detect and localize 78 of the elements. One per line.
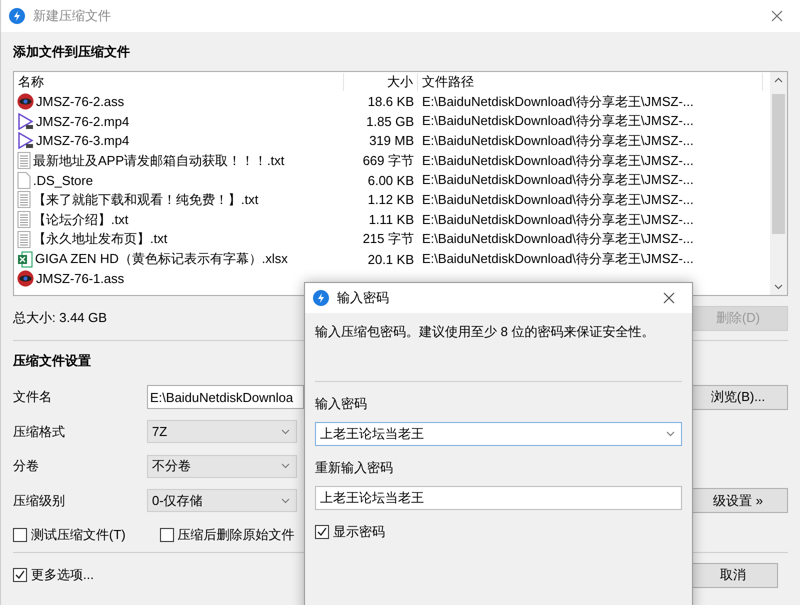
close-icon (771, 10, 783, 22)
file-name: 【论坛介绍】.txt (33, 210, 128, 229)
file-name: GIGA ZEN HD（黄色标记表示有字幕）.xlsx (35, 250, 288, 268)
checkbox-label: 测试压缩文件(T) (31, 526, 126, 544)
file-name: JMSZ-76-3.mp4 (36, 133, 130, 148)
file-name: JMSZ-76-2.mp4 (36, 114, 130, 129)
field-label: 压缩级别 (13, 492, 66, 510)
checkbox[interactable] (13, 528, 27, 542)
chevron-icon (281, 463, 290, 470)
text-file-icon (17, 191, 31, 208)
checkbox-label: 更多选项... (31, 566, 94, 584)
file-path: E:\BaiduNetdiskDownload\待分享老王\JMSZ-... (421, 152, 695, 170)
hint-text: 输入压缩包密码。建议使用至少 8 位的密码来保证安全性。 (315, 324, 654, 339)
blank-file-icon (17, 172, 31, 189)
total-size: 总大小: 3.44 GB (13, 309, 107, 327)
file-name: 最新地址及APP请发邮箱自动获取！！！.txt (33, 152, 284, 170)
file-name: JMSZ-76-2.ass (36, 94, 124, 110)
file-size: 20.1 KB (366, 252, 415, 267)
confirm-password-field[interactable]: 上老王论坛当老王 (315, 486, 682, 510)
file-size: 6.00 KB (366, 172, 415, 188)
scrollbar[interactable] (770, 72, 787, 295)
file-path: E:\BaiduNetdiskDownload\待分享老王\JMSZ-... (421, 171, 695, 190)
chevron-icon (281, 498, 290, 504)
window-title: 新建压缩文件 (33, 7, 112, 25)
checkbox[interactable] (315, 525, 329, 539)
file-size: 319 MB (368, 133, 415, 148)
file-path: E:\BaiduNetdiskDownload\待分享老王\JMSZ-... (421, 190, 695, 209)
checkbox-label: 压缩后删除原始文件 (178, 526, 295, 544)
app-logo-icon (9, 8, 25, 24)
file-path: E:\BaiduNetdiskDownload\待分享老王\JMSZ-... (421, 112, 695, 130)
file-size: 1.11 KB (368, 212, 415, 228)
field-label: 输入密码 (315, 395, 368, 413)
file-path: E:\BaiduNetdiskDownload\待分享老王\JMSZ-... (421, 230, 695, 248)
field-label: 文件名 (13, 388, 53, 406)
dropdown[interactable]: 0-仅存储 (147, 489, 297, 512)
dropdown[interactable]: 不分卷 (147, 454, 297, 478)
file-path: E:\BaiduNetdiskDownload\待分享老王\JMSZ-... (421, 210, 695, 229)
close-icon (663, 292, 675, 304)
eye-icon (17, 270, 34, 288)
text-file-icon (17, 152, 31, 170)
chevron-icon (281, 428, 290, 435)
text-file-icon (17, 211, 31, 228)
file-name: .DS_Store (33, 172, 93, 188)
password-field[interactable]: 上老王论坛当老王 (315, 422, 682, 446)
section-title: 添加文件到压缩文件 (13, 43, 131, 61)
column-header[interactable]: 文件路径 (418, 72, 763, 91)
file-size: 18.6 KB (366, 94, 415, 110)
filename-field[interactable]: E:\BaiduNetdiskDownloa (147, 385, 304, 410)
play-file-icon (17, 112, 34, 130)
eye-icon (17, 93, 34, 110)
spreadsheet-icon (17, 250, 33, 268)
checkbox[interactable] (13, 568, 27, 582)
file-path: E:\BaiduNetdiskDownload\待分享老王\JMSZ-... (421, 250, 695, 268)
file-size: 1.85 GB (365, 114, 415, 129)
file-name: 【来了就能下载和观看！纯免费！】.txt (33, 190, 258, 209)
file-size: 215 字节 (362, 230, 415, 248)
checkbox-label: 显示密码 (333, 523, 385, 541)
file-path: E:\BaiduNetdiskDownload\待分享老王\JMSZ-... (421, 132, 695, 150)
column-header[interactable]: 大小 (344, 72, 418, 91)
text-file-icon (17, 230, 31, 248)
app-logo-icon (313, 290, 329, 306)
field-label: 分卷 (13, 457, 40, 476)
column-header[interactable]: 名称 (14, 72, 344, 91)
dropdown[interactable]: 7Z (147, 420, 297, 444)
play-file-icon (17, 132, 34, 150)
scroll-up-icon[interactable] (774, 77, 783, 83)
field-label: 重新输入密码 (315, 459, 394, 477)
file-name: JMSZ-76-1.ass (36, 271, 124, 286)
dialog-title: 输入密码 (337, 289, 390, 307)
file-size: 669 字节 (362, 152, 415, 170)
file-name: 【永久地址发布页】.txt (33, 230, 168, 248)
scroll-down-icon[interactable] (774, 284, 783, 290)
field-label: 压缩格式 (13, 422, 66, 441)
chevron-icon (666, 431, 675, 437)
file-path: E:\BaiduNetdiskDownload\待分享老王\JMSZ-... (421, 92, 695, 111)
checkbox[interactable] (160, 528, 174, 542)
file-size: 1.12 KB (366, 192, 415, 208)
section-title: 压缩文件设置 (13, 352, 92, 370)
